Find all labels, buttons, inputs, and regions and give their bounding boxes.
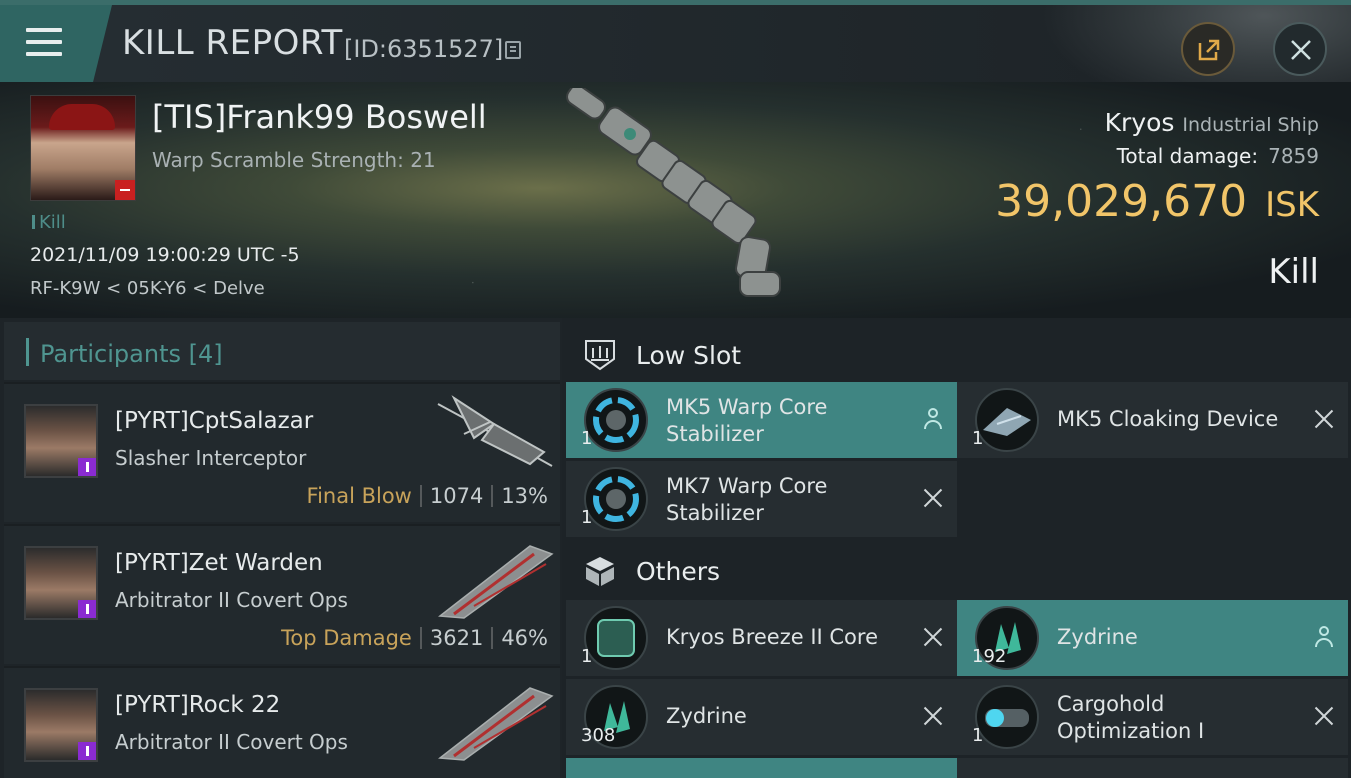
item-quantity: 1: [581, 507, 593, 528]
header-bar: KILL REPORT [ID:6351527]: [0, 0, 1351, 115]
item-quantity: 1: [972, 428, 984, 449]
destroyed-icon: [1314, 706, 1334, 726]
share-button[interactable]: [1181, 22, 1235, 76]
item-name: Zydrine: [1057, 625, 1138, 649]
isk-value: 39,029,670 ISK: [995, 176, 1319, 227]
cargo-item[interactable]: 192 Zydrine: [957, 600, 1348, 676]
participants-header: Participants [4]: [4, 322, 560, 380]
kill-result: Kill: [1268, 252, 1319, 292]
participant-percent: 13%: [501, 484, 548, 508]
menu-button[interactable]: [0, 5, 112, 87]
participant-ship: Arbitrator II Covert Ops: [115, 730, 348, 754]
top-damage-tag: Top Damage: [281, 626, 412, 650]
low-slot-icon: [585, 340, 615, 371]
item-name: MK5 Cloaking Device: [1057, 407, 1279, 431]
close-button[interactable]: [1273, 22, 1327, 76]
participant-ship: Slasher Interceptor: [115, 446, 307, 470]
total-damage: Total damage: 7859: [1116, 144, 1319, 168]
standing-badge: [78, 742, 96, 760]
cargo-item[interactable]: 308 Zydrine: [566, 679, 957, 755]
warp-scramble-strength: Warp Scramble Strength: 21: [152, 148, 436, 172]
cargo-item[interactable]: 1 Cargohold Optimization I: [957, 679, 1348, 755]
item-name: Cargohold Optimization I: [1057, 692, 1205, 743]
cargo-item[interactable]: [957, 758, 1348, 778]
victim-panel: [TIS]Frank99 Boswell Warp Scramble Stren…: [0, 82, 1351, 318]
warp-core-stabilizer-icon: [584, 467, 648, 531]
victim-avatar[interactable]: [30, 95, 136, 201]
participant-damage: 3621: [429, 626, 484, 650]
person-icon: [1314, 626, 1334, 648]
participant-ship: Arbitrator II Covert Ops: [115, 588, 348, 612]
warp-core-stabilizer-icon: [584, 388, 648, 452]
participant-ship-image: [437, 395, 553, 467]
fitted-item[interactable]: 1 MK7 Warp Core Stabilizer: [566, 461, 957, 537]
participant-row[interactable]: [PYRT]Rock 22 Arbitrator II Covert Ops: [4, 666, 560, 778]
cloaking-device-icon: [975, 388, 1039, 452]
fitting-panel: Low Slot 1 MK5 Warp Core Stabilizer 1 MK…: [562, 318, 1351, 778]
participant-stats: Top Damage 3621 46%: [281, 626, 548, 650]
item-quantity: 1: [581, 646, 593, 667]
final-blow-tag: Final Blow: [306, 484, 412, 508]
page-title: KILL REPORT: [122, 23, 343, 63]
item-quantity: 308: [581, 725, 616, 746]
kill-report-window: { "header": { "title": "KILL REPORT", "r…: [0, 0, 1351, 778]
participant-avatar[interactable]: [24, 404, 98, 478]
participant-avatar[interactable]: [24, 546, 98, 620]
kill-tag: Kill: [32, 212, 66, 233]
cargohold-optimization-icon: [975, 685, 1039, 749]
close-icon: [1291, 40, 1311, 60]
victim-ship-name[interactable]: Kryos Industrial Ship: [1105, 108, 1319, 137]
participant-ship-image: [438, 687, 554, 761]
victim-ship-image: [566, 88, 781, 297]
participants-panel: Participants [4] [PYRT]CptSalazar Slashe…: [0, 318, 562, 778]
person-icon: [923, 408, 943, 430]
kill-datetime: 2021/11/09 19:00:29 UTC -5: [30, 244, 300, 266]
participant-name: [PYRT]Zet Warden: [115, 550, 323, 576]
standing-badge: [115, 180, 135, 200]
participant-damage: 1074: [429, 484, 484, 508]
cargo-box-icon: [586, 557, 614, 586]
participant-ship-image: [438, 545, 554, 619]
ship-core-icon: [584, 606, 648, 670]
participant-name: [PYRT]Rock 22: [115, 692, 281, 718]
cargo-item[interactable]: [566, 758, 957, 778]
others-header: Others: [562, 538, 1351, 602]
item-quantity: 1: [972, 725, 984, 746]
participant-name: [PYRT]CptSalazar: [115, 408, 314, 434]
fitted-item[interactable]: 1 MK5 Warp Core Stabilizer: [566, 382, 957, 458]
item-name: Zydrine: [666, 704, 747, 728]
item-quantity: 192: [972, 646, 1007, 667]
fitted-item[interactable]: 1 MK5 Cloaking Device: [957, 382, 1348, 458]
report-id: [ID:6351527]: [344, 35, 504, 63]
destroyed-icon: [1314, 409, 1334, 429]
kill-location[interactable]: RF-K9W < 05K-Y6 < Delve: [30, 278, 265, 299]
standing-badge: [78, 600, 96, 618]
participant-avatar[interactable]: [24, 688, 98, 762]
external-link-icon: [1198, 39, 1220, 61]
participant-stats: Final Blow 1074 13%: [307, 484, 548, 508]
copy-icon[interactable]: [505, 41, 521, 59]
item-quantity: 1: [581, 428, 593, 449]
participant-row[interactable]: [PYRT]Zet Warden Arbitrator II Covert Op…: [4, 524, 560, 664]
participant-row[interactable]: [PYRT]CptSalazar Slasher Interceptor Fin…: [4, 382, 560, 522]
victim-name[interactable]: [TIS]Frank99 Boswell: [152, 98, 487, 136]
destroyed-icon: [923, 627, 943, 647]
participant-percent: 46%: [501, 626, 548, 650]
item-name: MK5 Warp Core Stabilizer: [666, 395, 828, 446]
standing-badge: [78, 458, 96, 476]
item-name: MK7 Warp Core Stabilizer: [666, 474, 828, 525]
destroyed-icon: [923, 488, 943, 508]
hamburger-menu-icon: [26, 28, 62, 58]
low-slot-header: Low Slot: [562, 322, 1351, 386]
destroyed-icon: [923, 706, 943, 726]
item-name: Kryos Breeze II Core: [666, 625, 878, 649]
participants-label: Participants [4]: [40, 340, 223, 368]
cargo-item[interactable]: 1 Kryos Breeze II Core: [566, 600, 957, 676]
